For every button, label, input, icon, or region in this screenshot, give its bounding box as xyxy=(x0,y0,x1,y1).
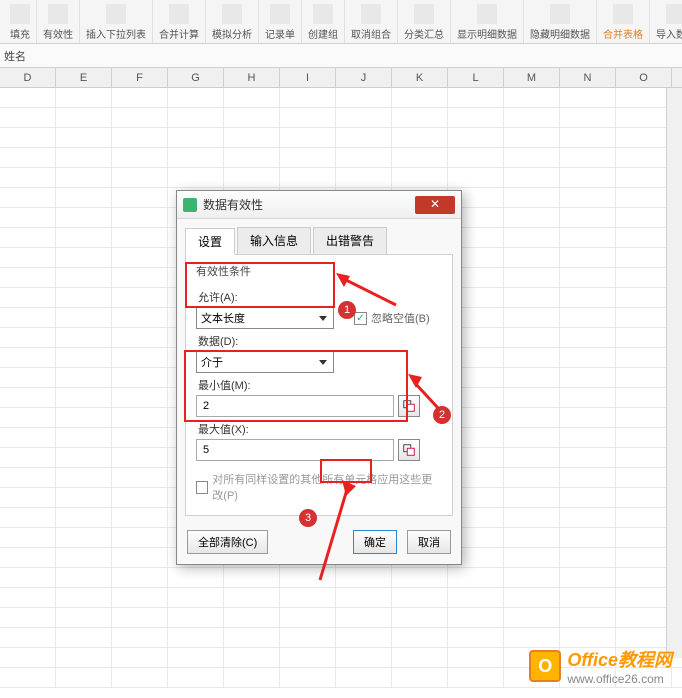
range-select-button[interactable] xyxy=(398,439,420,461)
annotation-badge: 3 xyxy=(299,509,317,527)
ribbon-import-data[interactable]: 导入数据 xyxy=(650,0,682,43)
col-header[interactable]: G xyxy=(168,68,224,87)
name-box[interactable]: 姓名 xyxy=(4,48,26,64)
col-header[interactable]: H xyxy=(224,68,280,87)
ribbon-ungroup[interactable]: 取消组合 xyxy=(345,0,398,43)
min-input[interactable] xyxy=(196,395,394,417)
apply-all-checkbox[interactable] xyxy=(196,481,208,494)
close-button[interactable]: ✕ xyxy=(415,196,455,214)
tab-error-alert[interactable]: 出错警告 xyxy=(313,227,387,254)
formula-bar: 姓名 xyxy=(0,44,682,68)
ribbon-fill[interactable]: 填充 xyxy=(4,0,37,43)
ribbon-show-detail[interactable]: 显示明细数据 xyxy=(451,0,524,43)
col-header[interactable]: K xyxy=(392,68,448,87)
range-select-button[interactable] xyxy=(398,395,420,417)
ribbon-merge-tables[interactable]: 合并表格 xyxy=(597,0,650,43)
dialog-title: 数据有效性 xyxy=(203,196,263,213)
cancel-button[interactable]: 取消 xyxy=(407,530,451,554)
col-header[interactable]: L xyxy=(448,68,504,87)
dialog-body: 有效性条件 允许(A): 文本长度 忽略空值(B) 数据(D): 介于 最小值(… xyxy=(185,254,453,516)
chevron-down-icon xyxy=(315,354,331,370)
ribbon-validation[interactable]: 有效性 xyxy=(37,0,80,43)
ribbon-toolbar: 填充 有效性 插入下拉列表 合并计算 模拟分析 记录单 创建组 取消组合 分类汇… xyxy=(0,0,682,44)
tab-settings[interactable]: 设置 xyxy=(185,228,235,255)
ribbon-subtotal[interactable]: 分类汇总 xyxy=(398,0,451,43)
chevron-down-icon xyxy=(315,310,331,326)
data-combo[interactable]: 介于 xyxy=(196,351,334,373)
watermark: O Office教程网 www.office26.com xyxy=(529,646,672,686)
col-header[interactable]: M xyxy=(504,68,560,87)
col-header[interactable]: J xyxy=(336,68,392,87)
allow-combo[interactable]: 文本长度 xyxy=(196,307,334,329)
watermark-url: www.office26.com xyxy=(567,672,672,686)
col-header[interactable]: F xyxy=(112,68,168,87)
ribbon-consolidate[interactable]: 合并计算 xyxy=(153,0,206,43)
ribbon-group[interactable]: 创建组 xyxy=(302,0,345,43)
col-header[interactable]: N xyxy=(560,68,616,87)
criteria-title: 有效性条件 xyxy=(196,263,442,279)
max-input[interactable] xyxy=(196,439,394,461)
dialog-titlebar[interactable]: 数据有效性 ✕ xyxy=(177,191,461,219)
clear-all-button[interactable]: 全部清除(C) xyxy=(187,530,268,554)
data-validation-dialog: 数据有效性 ✕ 设置 输入信息 出错警告 有效性条件 允许(A): 文本长度 忽… xyxy=(176,190,462,565)
ribbon-hide-detail[interactable]: 隐藏明细数据 xyxy=(524,0,597,43)
annotation-badge: 1 xyxy=(338,301,356,319)
tab-input-message[interactable]: 输入信息 xyxy=(237,227,311,254)
col-header[interactable]: D xyxy=(0,68,56,87)
watermark-title: Office教程网 xyxy=(567,646,672,672)
col-header[interactable]: E xyxy=(56,68,112,87)
dialog-button-row: 全部清除(C) 确定 取消 xyxy=(177,524,461,564)
max-label: 最大值(X): xyxy=(198,421,442,437)
ribbon-record-form[interactable]: 记录单 xyxy=(259,0,302,43)
data-label: 数据(D): xyxy=(198,333,442,349)
col-header[interactable]: O xyxy=(616,68,672,87)
annotation-badge: 2 xyxy=(433,406,451,424)
watermark-icon: O xyxy=(529,650,561,682)
app-icon xyxy=(183,198,197,212)
ignore-blank-label: 忽略空值(B) xyxy=(371,310,430,326)
min-label: 最小值(M): xyxy=(198,377,442,393)
ribbon-whatif[interactable]: 模拟分析 xyxy=(206,0,259,43)
col-header[interactable]: I xyxy=(280,68,336,87)
ok-button[interactable]: 确定 xyxy=(353,530,397,554)
ribbon-dropdown-list[interactable]: 插入下拉列表 xyxy=(80,0,153,43)
vertical-scrollbar[interactable] xyxy=(666,88,682,658)
dialog-tabs: 设置 输入信息 出错警告 xyxy=(177,219,461,254)
ignore-blank-checkbox[interactable] xyxy=(354,312,367,325)
allow-label: 允许(A): xyxy=(198,289,334,305)
apply-all-label: 对所有同样设置的其他所有单元格应用这些更改(P) xyxy=(212,471,442,503)
column-headers: D E F G H I J K L M N O xyxy=(0,68,682,88)
